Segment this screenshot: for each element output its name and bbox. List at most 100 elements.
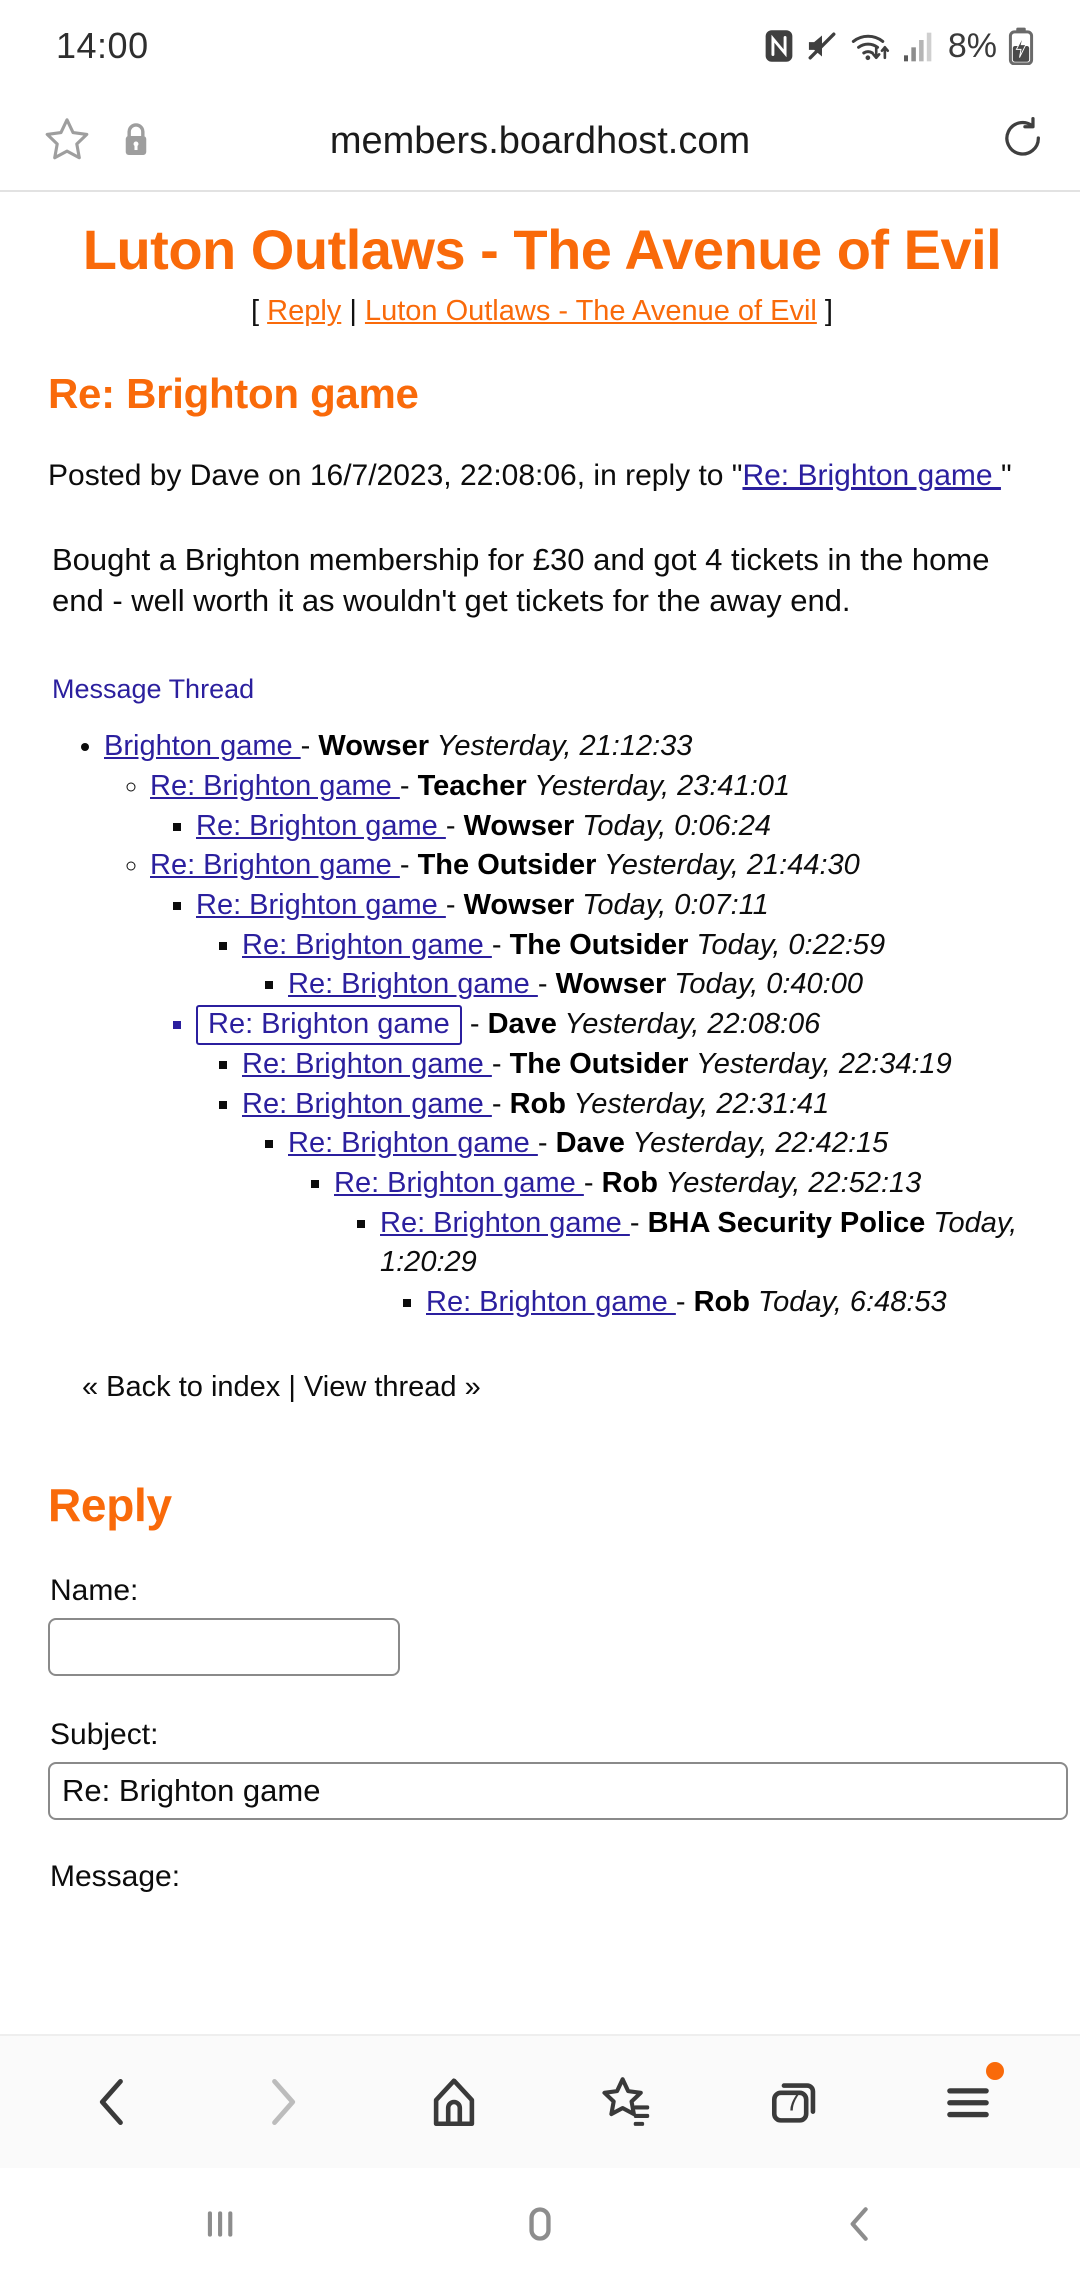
thread-item-link[interactable]: Re: Brighton game	[426, 1286, 676, 1318]
nfc-icon	[764, 29, 794, 63]
thread-sublist: Re: Brighton game - BHA Security Police …	[334, 1204, 1036, 1323]
thread-sublist: Re: Brighton game - The Outsider Yesterd…	[196, 1045, 1036, 1323]
post-meta: Posted by Dave on 16/7/2023, 22:08:06, i…	[48, 456, 1036, 496]
home-icon[interactable]	[400, 2048, 508, 2156]
post-meta-suffix: "	[1000, 459, 1012, 493]
thread-item-time: Today, 6:48:53	[749, 1286, 947, 1319]
thread-item: Re: Brighton game - Teacher Yesterday, 2…	[150, 767, 1036, 846]
thread-item: Re: Brighton game - Rob Today, 6:48:53	[426, 1283, 1036, 1323]
thread-item-author: The Outsider	[417, 849, 597, 882]
thread-item-dash: -	[300, 730, 319, 763]
bracket-close: ]	[816, 295, 833, 328]
status-clock: 14:00	[56, 25, 149, 66]
thread-item-link[interactable]: Re: Brighton game	[380, 1207, 630, 1239]
thread-sublist: Re: Brighton game - Rob Yesterday, 22:52…	[288, 1164, 1036, 1323]
thread-sublist: Re: Brighton game - Dave Yesterday, 22:4…	[242, 1124, 1036, 1323]
subject-label: Subject:	[50, 1717, 159, 1751]
parent-post-link[interactable]: Re: Brighton game	[742, 459, 1000, 492]
thread-item-link[interactable]: Re: Brighton game	[150, 770, 400, 802]
thread-item: Re: Brighton game - Wowser Today, 0:07:1…	[196, 886, 1036, 1005]
menu-icon[interactable]	[914, 2048, 1022, 2156]
thread-item-dash: -	[399, 849, 418, 882]
thread-item-link[interactable]: Re: Brighton game	[150, 849, 400, 881]
thread-item-dash: -	[491, 1047, 510, 1080]
thread-item-link[interactable]: Re: Brighton game	[196, 810, 446, 842]
android-home-icon[interactable]	[485, 2169, 595, 2279]
thread-sublist: Re: Brighton game - Wowser Today, 0:07:1…	[150, 886, 1036, 1323]
thread-item: Re: Brighton game - BHA Security Police …	[380, 1204, 1036, 1323]
thread-item-author: BHA Security Police	[647, 1206, 926, 1239]
thread-item-time: Yesterday, 22:31:41	[565, 1087, 830, 1120]
thread-item-link[interactable]: Re: Brighton game	[242, 1088, 492, 1120]
thread-item-time: Yesterday, 22:52:13	[657, 1167, 922, 1199]
tabs-button[interactable]: 7	[743, 2048, 851, 2156]
thread-item: Re: Brighton game - Wowser Today, 0:40:0…	[288, 965, 1036, 1005]
thread-item-author: Wowser	[555, 968, 667, 1001]
nav-separator: |	[341, 295, 365, 328]
thread-item-dash: -	[537, 1127, 556, 1160]
phone-screen: 14:00 8% members.boardhost.com Luton Out…	[0, 0, 1080, 2280]
thread-item: Brighton game - Wowser Yesterday, 21:12:…	[104, 727, 1036, 1323]
browser-url-bar[interactable]: members.boardhost.com	[0, 92, 1080, 192]
board-home-link[interactable]: Luton Outlaws - The Avenue of Evil	[365, 295, 817, 327]
browser-back-button[interactable]	[58, 2048, 166, 2156]
message-label: Message:	[50, 1859, 181, 1893]
lock-icon[interactable]	[120, 120, 152, 163]
thread-sublist: Re: Brighton game - The Outsider Today, …	[196, 926, 1036, 1005]
thread-item-dash: -	[537, 968, 556, 1001]
thread-item-link[interactable]: Re: Brighton game	[242, 929, 492, 961]
thread-item-link[interactable]: Re: Brighton game	[288, 968, 538, 1000]
subject-input[interactable]	[48, 1761, 1068, 1820]
recents-icon[interactable]	[165, 2169, 275, 2279]
thread-item-author: The Outsider	[509, 1047, 689, 1080]
star-icon[interactable]	[42, 114, 92, 169]
thread-item-link-current[interactable]: Re: Brighton game	[196, 1005, 462, 1045]
message-thread-label: Message Thread	[52, 674, 255, 705]
thread-item-author: Rob	[509, 1087, 566, 1120]
thread-sublist: Re: Brighton game - Teacher Yesterday, 2…	[104, 767, 1036, 1323]
thread-item-author: Dave	[555, 1127, 625, 1160]
thread-item-author: Dave	[487, 1008, 557, 1041]
thread-item-dash: -	[491, 1087, 510, 1120]
thread-item-author: Rob	[693, 1286, 750, 1319]
thread-item-author: Wowser	[318, 730, 430, 763]
thread-item-author: Wowser	[463, 888, 575, 921]
battery-percent-label: 8%	[947, 26, 997, 65]
thread-sublist: Re: Brighton game - Wowser Today, 0:06:2…	[150, 807, 1036, 847]
browser-forward-button[interactable]	[229, 2048, 337, 2156]
url-domain-label: members.boardhost.com	[329, 119, 751, 162]
index-links[interactable]: « Back to index | View thread »	[48, 1371, 1036, 1404]
tab-count-label: 7	[785, 2086, 801, 2117]
status-icon-tray: 8%	[764, 27, 1034, 66]
status-bar: 14:00 8%	[0, 0, 1080, 92]
thread-item-time: Yesterday, 22:34:19	[688, 1047, 952, 1080]
thread-item-link[interactable]: Re: Brighton game	[334, 1167, 584, 1199]
post-body: Bought a Brighton membership for £30 and…	[52, 542, 990, 619]
board-title: Luton Outlaws - The Avenue of Evil	[82, 218, 1002, 281]
mute-icon	[805, 30, 839, 62]
thread-item: Re: Brighton game - Rob Yesterday, 22:31…	[242, 1085, 1036, 1323]
post-meta-prefix: Posted by Dave on 16/7/2023, 22:08:06, i…	[48, 459, 743, 493]
web-page-viewport[interactable]: Luton Outlaws - The Avenue of Evil [ Rep…	[0, 192, 1080, 2034]
thread-item-author: The Outsider	[509, 928, 689, 961]
thread-item-link[interactable]: Re: Brighton game	[288, 1127, 538, 1159]
reply-link[interactable]: Reply	[267, 295, 341, 327]
bracket-open: [	[251, 295, 268, 328]
bookmarks-icon[interactable]	[572, 2048, 680, 2156]
thread-sublist: Re: Brighton game - Wowser Today, 0:40:0…	[242, 965, 1036, 1005]
name-label: Name:	[50, 1573, 139, 1607]
browser-bottom-toolbar: 7	[0, 2034, 1080, 2168]
thread-item: Re: Brighton game - The Outsider Yesterd…	[150, 846, 1036, 1323]
thread-item: Re: Brighton game - The Outsider Yesterd…	[242, 1045, 1036, 1085]
reload-icon[interactable]	[1000, 116, 1046, 167]
thread-item: Re: Brighton game - Dave Yesterday, 22:4…	[288, 1124, 1036, 1323]
thread-item-link[interactable]: Re: Brighton game	[196, 889, 446, 921]
thread-item: Re: Brighton game - Dave Yesterday, 22:0…	[196, 1005, 1036, 1323]
thread-item-link[interactable]: Brighton game	[104, 730, 301, 762]
thread-item: Re: Brighton game - The Outsider Today, …	[242, 926, 1036, 1005]
name-input[interactable]	[48, 1617, 400, 1676]
thread-item-dash: -	[675, 1286, 694, 1319]
android-back-icon[interactable]	[805, 2169, 915, 2279]
thread-item-link[interactable]: Re: Brighton game	[242, 1048, 492, 1080]
thread-item-author: Rob	[601, 1167, 658, 1199]
